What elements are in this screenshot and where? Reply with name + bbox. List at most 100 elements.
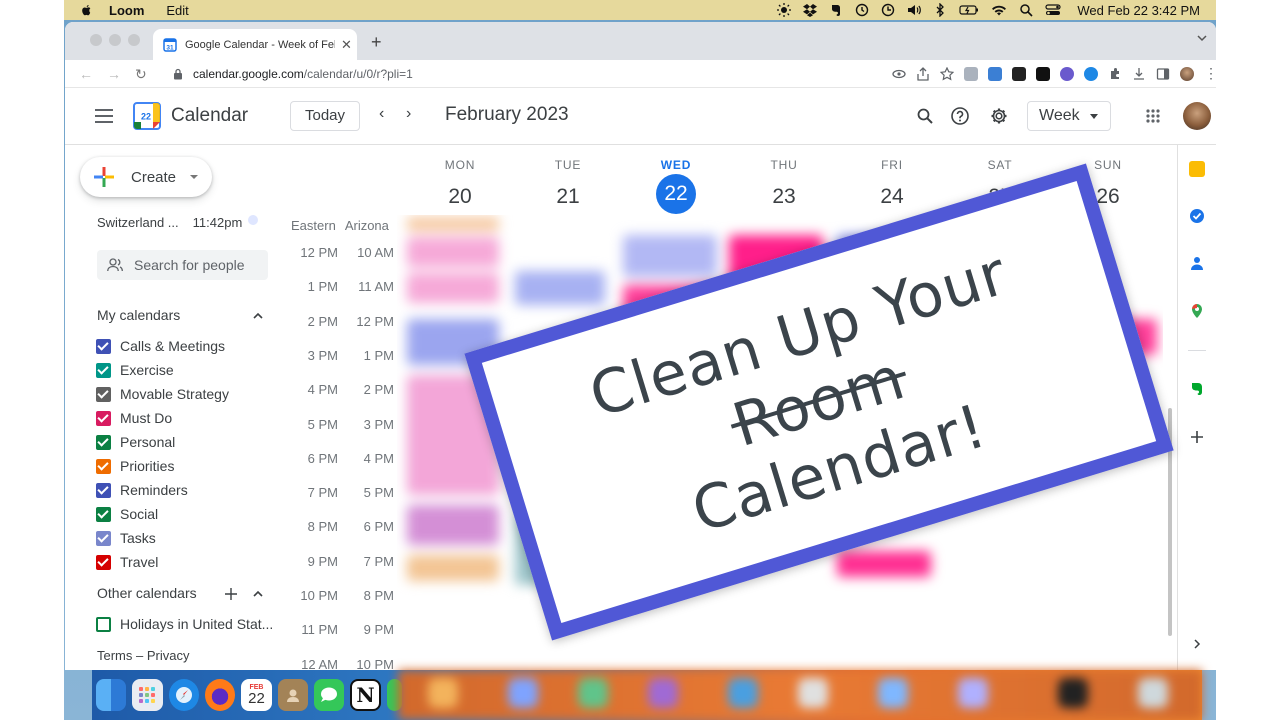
dropbox-icon[interactable] — [803, 3, 818, 17]
terms-privacy-links[interactable]: Terms – Privacy — [97, 648, 189, 663]
code-extension-icon[interactable] — [964, 66, 978, 81]
settings-gear-icon[interactable] — [990, 107, 1008, 125]
day-header-tue[interactable]: TUE 21 — [514, 158, 622, 217]
search-people-input[interactable]: Search for people — [97, 250, 268, 280]
day-header-mon[interactable]: MON 20 — [406, 158, 514, 217]
notion-extension-icon[interactable] — [1012, 66, 1026, 81]
expand-panel-chevron-icon[interactable] — [1192, 639, 1202, 649]
other-calendars-collapse-icon[interactable] — [253, 589, 263, 599]
calendar-item[interactable]: Personal — [96, 434, 175, 450]
notion-icon[interactable]: N — [350, 679, 381, 711]
app-title[interactable]: Calendar — [171, 105, 248, 127]
clock-status-icon[interactable] — [881, 3, 895, 17]
calendar-item[interactable]: Movable Strategy — [96, 386, 229, 402]
search-icon[interactable] — [917, 108, 933, 124]
browser-tab-active[interactable]: 31 Google Calendar - Week of Fel ✕ — [153, 29, 357, 60]
day-header-fri[interactable]: FRI 24 — [838, 158, 946, 217]
event-block[interactable] — [623, 235, 717, 277]
calendar-item[interactable]: Exercise — [96, 362, 174, 378]
wifi-icon[interactable] — [991, 3, 1007, 17]
calendar-item[interactable]: Tasks — [96, 530, 156, 546]
battery-icon[interactable] — [959, 3, 979, 17]
calendar-checkbox[interactable] — [96, 338, 111, 354]
calendar-dock-icon[interactable]: FEB 22 — [241, 679, 272, 711]
calendar-item[interactable]: Must Do — [96, 410, 172, 426]
contacts-icon[interactable] — [1189, 255, 1205, 271]
more-menu-icon[interactable]: ⋮ — [1204, 66, 1216, 81]
main-menu-icon[interactable] — [95, 109, 113, 123]
today-button[interactable]: Today — [290, 101, 361, 131]
calendar-item[interactable]: Calls & Meetings — [96, 338, 225, 354]
download-icon[interactable] — [1132, 67, 1146, 81]
menubar-clock[interactable]: Wed Feb 22 3:42 PM — [1077, 3, 1200, 18]
event-block[interactable] — [407, 237, 499, 267]
extensions-puzzle-icon[interactable] — [1108, 67, 1122, 81]
google-calendar-logo-icon[interactable]: 22 — [133, 102, 161, 130]
event-block[interactable] — [407, 273, 499, 303]
blurred-dock-app[interactable] — [958, 678, 988, 708]
keep-notes-icon[interactable] — [1189, 161, 1205, 177]
blurred-dock-app[interactable] — [428, 678, 458, 708]
help-icon[interactable] — [951, 107, 969, 125]
other-calendars-heading[interactable]: Other calendars — [97, 585, 197, 601]
blurred-dock-app[interactable] — [508, 678, 538, 708]
minimize-window-button[interactable] — [109, 34, 121, 46]
calendar-checkbox[interactable] — [96, 482, 111, 498]
eye-icon[interactable] — [892, 67, 906, 81]
create-button[interactable]: Create — [80, 157, 212, 197]
new-tab-button[interactable]: + — [371, 32, 382, 53]
tab-search-chevron-icon[interactable] — [1196, 34, 1208, 42]
calendar-item[interactable]: Social — [96, 506, 158, 522]
tasks-icon[interactable] — [1189, 208, 1205, 224]
close-window-button[interactable] — [90, 34, 102, 46]
safari-icon[interactable] — [168, 679, 199, 711]
evernote-status-icon[interactable] — [829, 3, 843, 17]
firefox-icon[interactable] — [204, 679, 236, 711]
calendar-checkbox[interactable] — [96, 506, 111, 522]
calendar-checkbox[interactable] — [96, 362, 111, 378]
calendar-item[interactable]: Priorities — [96, 458, 174, 474]
timezone-secondary-label[interactable]: Arizona — [345, 218, 389, 233]
calendar-checkbox[interactable] — [96, 616, 111, 632]
my-calendars-heading[interactable]: My calendars — [97, 307, 180, 323]
calendar-checkbox[interactable] — [96, 410, 111, 426]
messages-icon[interactable] — [313, 679, 345, 711]
view-select-dropdown[interactable]: Week — [1027, 101, 1111, 131]
calendar-item[interactable]: Reminders — [96, 482, 188, 498]
day-number[interactable]: 20 — [406, 177, 514, 217]
pen-extension-icon[interactable] — [988, 66, 1002, 81]
calendar-checkbox[interactable] — [96, 554, 111, 570]
event-block[interactable] — [407, 555, 499, 581]
bluetooth-icon[interactable] — [933, 3, 947, 17]
event-block[interactable] — [515, 271, 605, 305]
forward-icon[interactable]: → — [107, 67, 121, 81]
event-block[interactable] — [407, 505, 499, 545]
url-field[interactable]: calendar.google.com/calendar/u/0/r?pli=1 — [173, 67, 413, 81]
bookmark-star-icon[interactable] — [940, 66, 954, 81]
asterisk-extension-icon[interactable] — [1060, 66, 1074, 81]
account-avatar[interactable] — [1183, 102, 1211, 130]
tab-close-icon[interactable]: ✕ — [341, 37, 352, 53]
blurred-dock-app[interactable] — [1138, 678, 1168, 708]
calendar-checkbox[interactable] — [96, 386, 111, 402]
sun-icon[interactable] — [777, 3, 792, 17]
blurred-dock-app[interactable] — [1058, 678, 1088, 708]
contacts-dock-icon[interactable] — [277, 679, 308, 711]
lock-icon[interactable] — [173, 68, 183, 80]
event-block[interactable] — [407, 217, 499, 231]
blurred-dock-app[interactable] — [878, 678, 908, 708]
apple-menu-icon[interactable] — [81, 4, 93, 16]
medium-extension-icon[interactable] — [1036, 66, 1050, 81]
timezone-primary-label[interactable]: Eastern — [291, 218, 336, 233]
finder-icon[interactable] — [96, 679, 127, 711]
day-header-wed[interactable]: WED 22 — [622, 158, 730, 214]
previous-week-button[interactable]: ‹ — [379, 105, 384, 123]
my-calendars-collapse-icon[interactable] — [253, 311, 263, 321]
calendar-checkbox[interactable] — [96, 530, 111, 546]
volume-icon[interactable] — [907, 3, 922, 17]
next-week-button[interactable]: › — [406, 105, 411, 123]
other-calendar-item[interactable]: Holidays in United Stat... — [96, 616, 273, 632]
evernote-addon-icon[interactable] — [1189, 380, 1205, 396]
day-number[interactable]: 21 — [514, 177, 622, 217]
day-number[interactable]: 22 — [656, 174, 696, 214]
